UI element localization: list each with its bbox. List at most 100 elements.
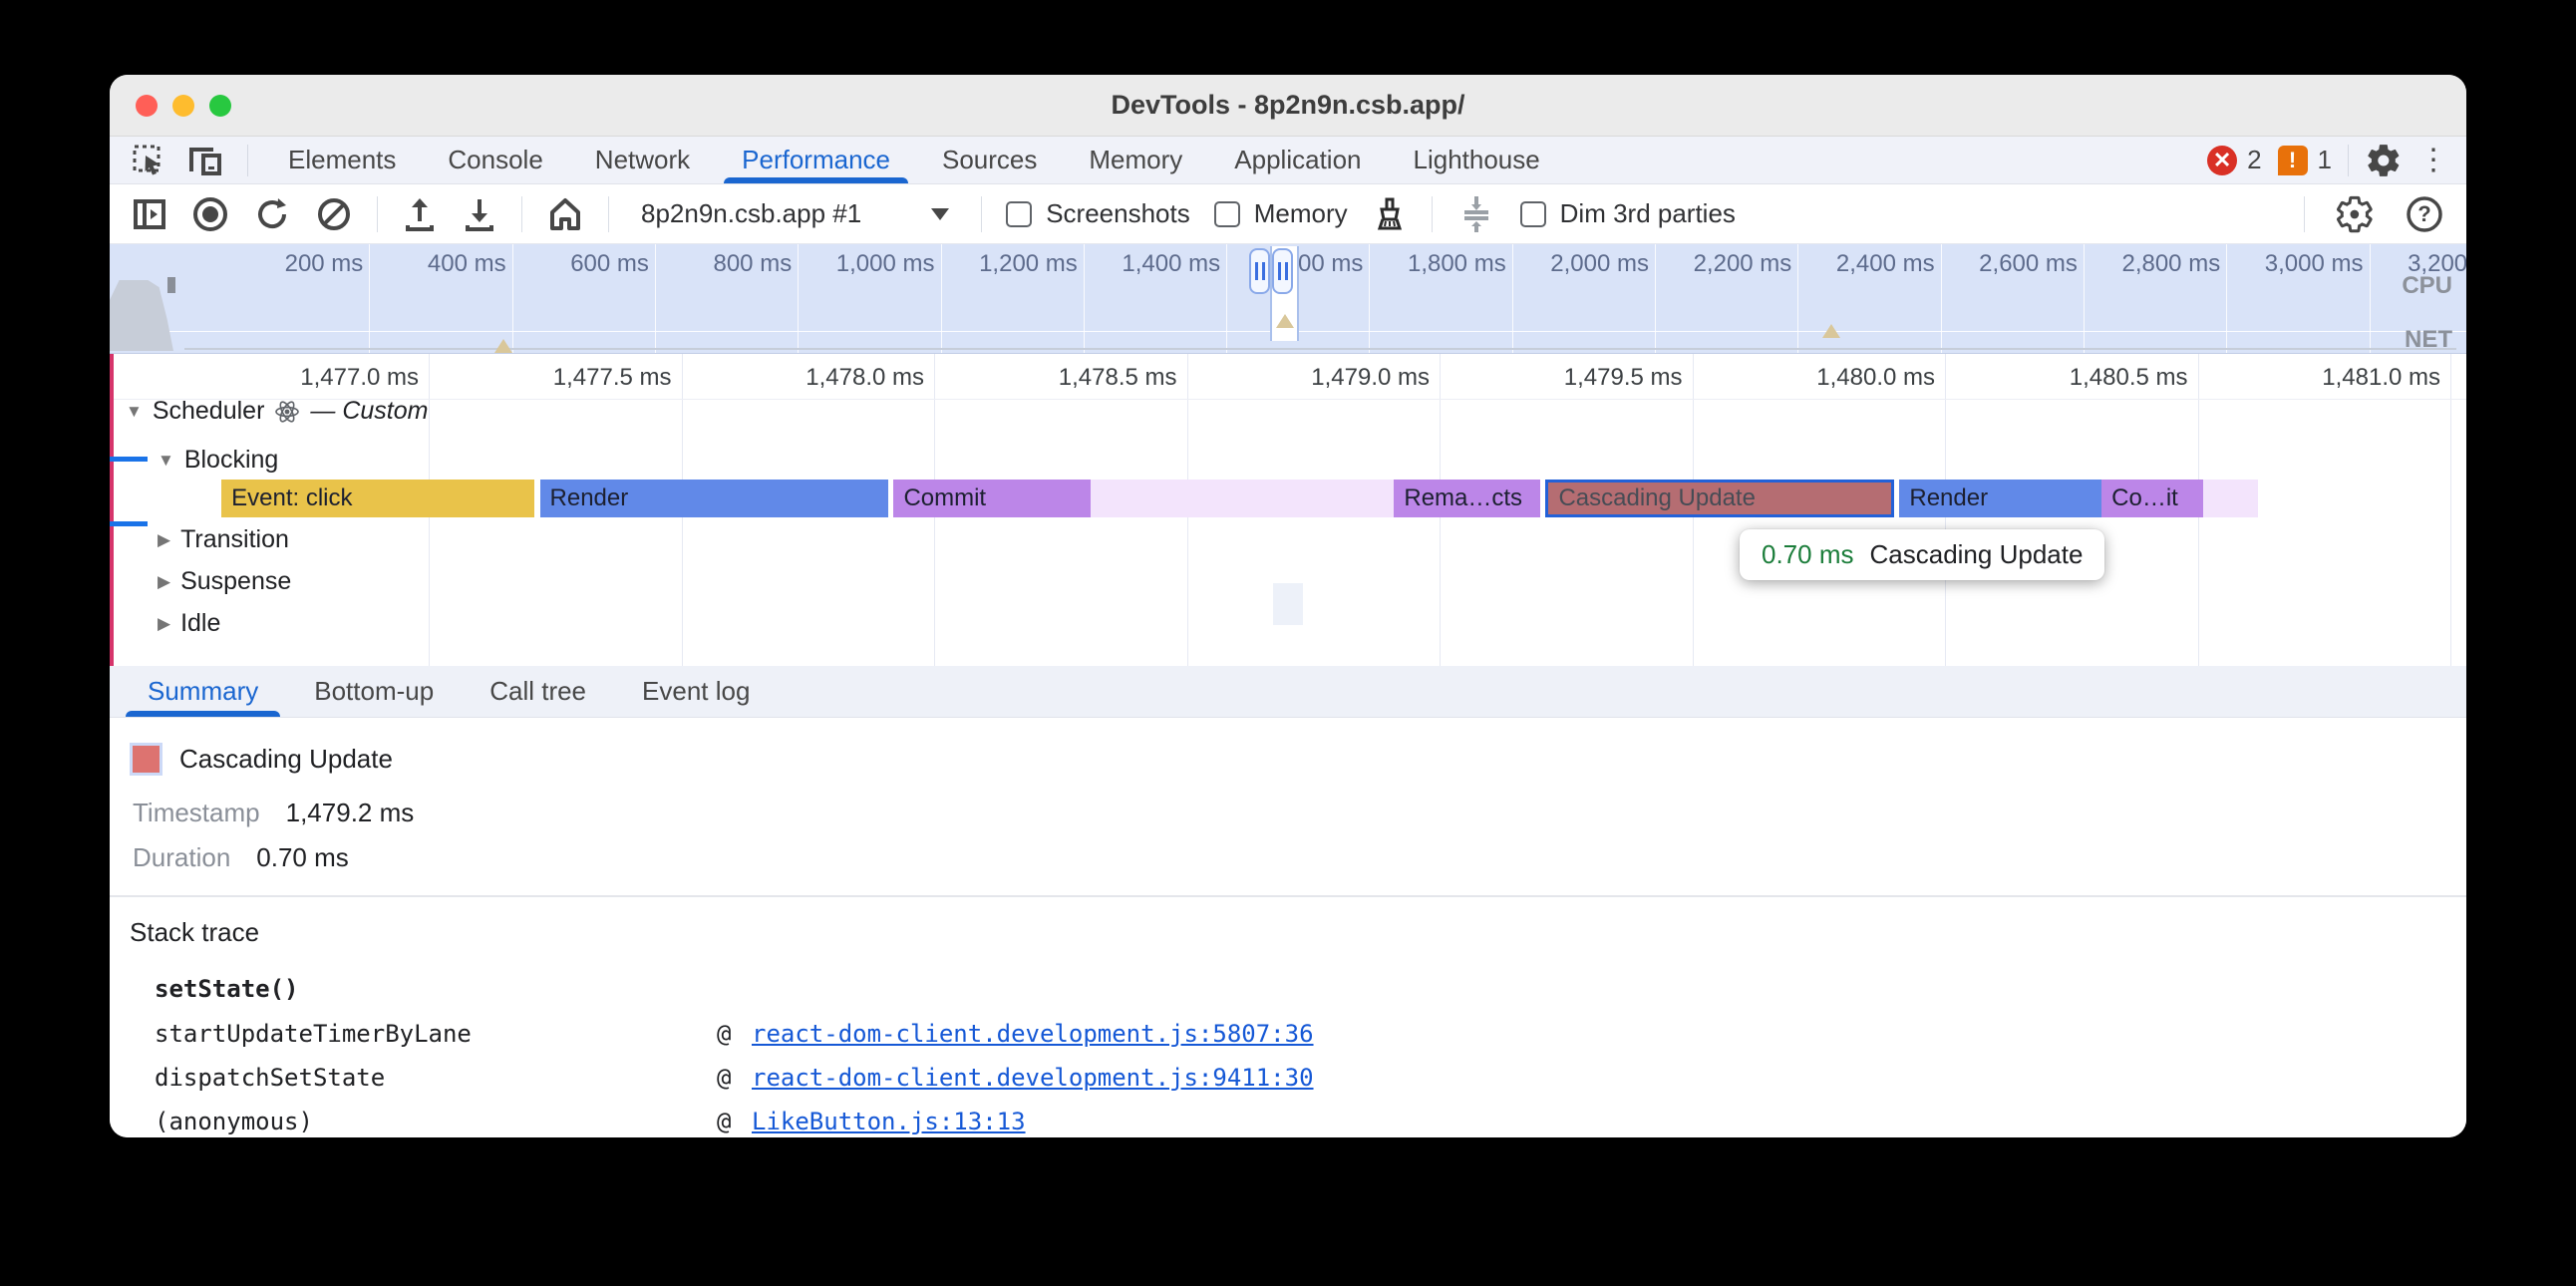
timeline-overview[interactable]: 200 ms400 ms600 ms800 ms1,000 ms1,200 ms…: [110, 244, 2466, 354]
blocking-lane-header[interactable]: ▼ Blocking: [158, 446, 278, 475]
reload-record-icon[interactable]: [253, 195, 291, 233]
more-options-icon[interactable]: ⋮: [2418, 146, 2448, 175]
toolbar-separator: [521, 196, 522, 232]
flame-event-commit[interactable]: Commit: [893, 480, 1091, 517]
stack-frame-source-link[interactable]: react-dom-client.development.js:9411:30: [752, 1064, 1314, 1092]
warning-icon[interactable]: !: [2278, 146, 2308, 175]
ruler-tick-label: 1,477.5 ms: [492, 364, 672, 392]
marker-triangle: [1822, 324, 1840, 338]
toolbar-separator: [377, 196, 378, 232]
scheduler-track-label: Scheduler: [153, 397, 265, 426]
dim-3rd-parties-checkbox[interactable]: Dim 3rd parties: [1520, 198, 1736, 229]
stack-root-call: setState(): [155, 975, 299, 1003]
flame-event-cascading-update[interactable]: Cascading Update: [1545, 480, 1894, 517]
blocking-lane-label: Blocking: [184, 446, 279, 475]
duration-label: Duration: [133, 842, 230, 873]
devtools-window: DevTools - 8p2n9n.csb.app/: [110, 75, 2466, 1137]
help-icon[interactable]: ?: [2405, 194, 2444, 234]
zoom-window-button[interactable]: [209, 95, 231, 117]
capture-settings-gear-icon[interactable]: [2335, 194, 2375, 234]
error-count[interactable]: 2: [2247, 145, 2261, 175]
ruler-tick-label: 1,477.0 ms: [239, 364, 419, 392]
memory-checkbox[interactable]: Memory: [1214, 198, 1348, 229]
collapse-tracks-icon[interactable]: [1456, 194, 1496, 234]
warning-count[interactable]: 1: [2318, 145, 2332, 175]
ruler-divider: [110, 399, 2466, 400]
marker-triangle: [1276, 314, 1294, 328]
ruler-tick-label: 1,478.5 ms: [998, 364, 1177, 392]
expand-triangle-icon[interactable]: ▶: [158, 530, 170, 550]
lane-header-transition[interactable]: ▶Transition: [158, 525, 289, 554]
tab-lighthouse[interactable]: Lighthouse: [1388, 137, 1566, 183]
stack-frame-at: @: [717, 1064, 731, 1092]
tab-sources[interactable]: Sources: [916, 137, 1063, 183]
tab-application[interactable]: Application: [1208, 137, 1387, 183]
flame-event-anonymous[interactable]: [1091, 480, 1394, 517]
toolbar-separator: [1432, 196, 1433, 232]
screenshots-checkbox[interactable]: Screenshots: [1006, 198, 1190, 229]
window-titlebar: DevTools - 8p2n9n.csb.app/: [110, 75, 2466, 137]
custom-track-note: — Custom: [310, 397, 428, 426]
inspect-element-icon[interactable]: [132, 144, 165, 177]
flame-event-rema-cts[interactable]: Rema…cts: [1394, 480, 1540, 517]
event-tooltip: 0.70 ms Cascading Update: [1740, 529, 2104, 580]
profile-select[interactable]: 8p2n9n.csb.app #1: [633, 198, 957, 229]
toggle-sidebar-icon[interactable]: [132, 196, 167, 232]
ruler-tick-label: 1,481.0 ms: [2261, 364, 2440, 392]
stack-trace-title: Stack trace: [130, 917, 259, 948]
expand-triangle-icon[interactable]: ▶: [158, 614, 170, 634]
collapse-triangle-icon[interactable]: ▼: [126, 402, 143, 422]
clear-icon[interactable]: [315, 195, 353, 233]
scheduler-track-header[interactable]: ▼ Scheduler — Custom: [126, 397, 429, 426]
download-profile-icon[interactable]: [462, 195, 497, 233]
ruler-tick-label: 1,480.0 ms: [1756, 364, 1935, 392]
details-tab-summary[interactable]: Summary: [120, 666, 286, 717]
expand-triangle-icon[interactable]: ▶: [158, 572, 170, 592]
flame-event-anonymous[interactable]: [2203, 480, 2259, 517]
minimize-window-button[interactable]: [172, 95, 194, 117]
selection-right-handle[interactable]: [1272, 248, 1293, 294]
toggle-device-toolbar-icon[interactable]: [187, 144, 225, 177]
flame-event-render[interactable]: Render: [1899, 480, 2101, 517]
flame-chart[interactable]: 1,477.0 ms1,477.5 ms1,478.0 ms1,478.5 ms…: [110, 354, 2466, 666]
flame-event-event-click[interactable]: Event: click: [221, 480, 534, 517]
timestamp-label: Timestamp: [133, 798, 260, 828]
tab-network[interactable]: Network: [569, 137, 716, 183]
close-window-button[interactable]: [136, 95, 158, 117]
tab-memory[interactable]: Memory: [1063, 137, 1208, 183]
details-tab-bottom-up[interactable]: Bottom-up: [286, 666, 462, 717]
collapse-triangle-icon[interactable]: ▼: [158, 451, 174, 471]
checkbox-box: [1214, 201, 1240, 227]
marker-triangle: [494, 339, 512, 353]
error-icon[interactable]: ✕: [2207, 146, 2237, 175]
upload-profile-icon[interactable]: [402, 195, 438, 233]
lane-label: Suspense: [180, 567, 291, 596]
lane-header-suspense[interactable]: ▶ Suspense: [158, 567, 291, 596]
duration-value: 0.70 ms: [256, 842, 349, 873]
flame-event-render[interactable]: Render: [540, 480, 889, 517]
settings-gear-icon[interactable]: [2365, 142, 2403, 179]
stack-frame-source-link[interactable]: LikeButton.js:13:13: [752, 1108, 1026, 1135]
stack-frame-source-link[interactable]: react-dom-client.development.js:5807:36: [752, 1020, 1314, 1048]
details-tab-event-log[interactable]: Event log: [614, 666, 778, 717]
traffic-lights: [136, 95, 231, 117]
ruler-tick-label: 1,479.0 ms: [1250, 364, 1430, 392]
tab-elements[interactable]: Elements: [262, 137, 422, 183]
svg-text:?: ?: [2417, 201, 2430, 226]
record-icon[interactable]: [191, 195, 229, 233]
tab-performance[interactable]: Performance: [716, 137, 916, 183]
desktop-background: DevTools - 8p2n9n.csb.app/: [0, 0, 2576, 1286]
tabbar-separator: [2348, 145, 2349, 176]
home-icon[interactable]: [546, 195, 584, 233]
flame-event-co-it[interactable]: Co…it: [2101, 480, 2202, 517]
summary-divider: [110, 895, 2466, 897]
details-tab-call-tree[interactable]: Call tree: [462, 666, 614, 717]
ruler-tick-label: 1,480.5 ms: [2009, 364, 2188, 392]
window-title: DevTools - 8p2n9n.csb.app/: [1111, 90, 1464, 121]
scroll-ghost: [1273, 583, 1303, 625]
garbage-collect-icon[interactable]: [1372, 195, 1408, 233]
summary-panel: Cascading Update Timestamp 1,479.2 ms Du…: [110, 718, 2466, 1137]
lane-header-idle[interactable]: ▶Idle: [158, 609, 220, 638]
tab-console[interactable]: Console: [422, 137, 568, 183]
selection-left-handle[interactable]: [1249, 248, 1270, 294]
